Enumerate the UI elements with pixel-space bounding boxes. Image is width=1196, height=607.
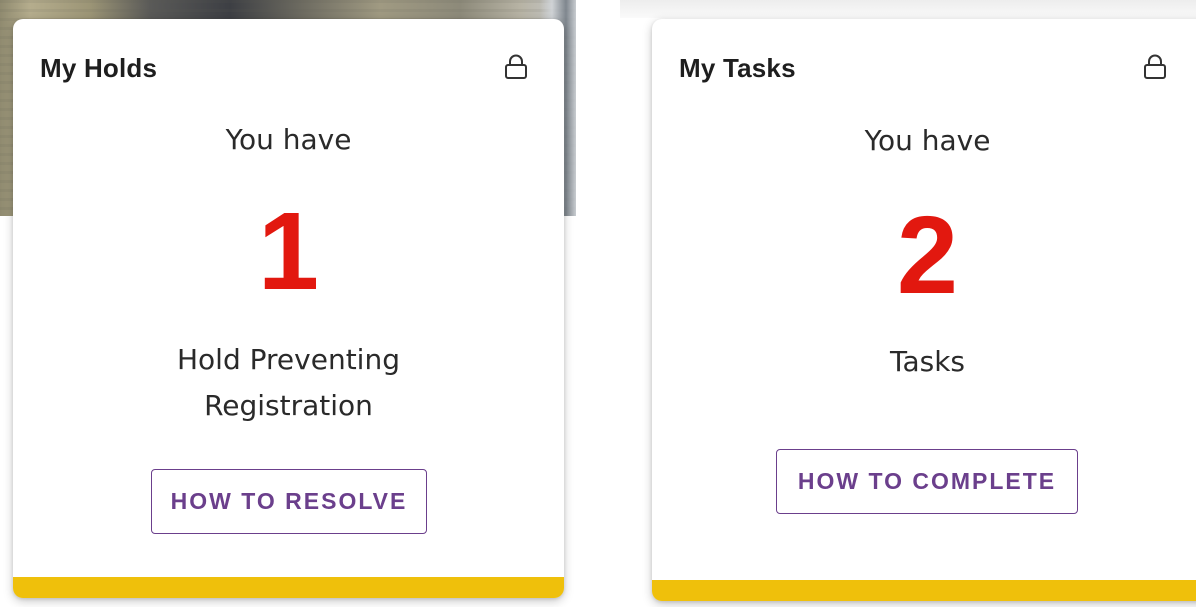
tasks-count: 2 (896, 194, 959, 317)
lock-icon-graphic (505, 54, 527, 79)
accent-bar (652, 580, 1196, 601)
how-to-resolve-button[interactable]: HOW TO RESOLVE (151, 469, 427, 534)
lock-icon[interactable] (503, 53, 529, 81)
holds-intro-text: You have (225, 123, 352, 156)
how-to-complete-button[interactable]: HOW TO COMPLETE (776, 449, 1078, 514)
holds-count-label: Hold Preventing Registration (13, 337, 564, 429)
background-strip (620, 0, 1196, 18)
holds-label-line-1: Hold Preventing (177, 343, 400, 376)
tasks-card-title: My Tasks (679, 53, 796, 83)
accent-bar (13, 577, 564, 598)
lock-icon[interactable] (1142, 53, 1168, 81)
holds-card-title: My Holds (40, 53, 158, 83)
holds-label-line-2: Registration (204, 389, 373, 422)
tasks-label-line-1: Tasks (889, 345, 966, 378)
holds-count: 1 (257, 190, 320, 313)
lock-icon-graphic (1144, 54, 1166, 79)
holds-card: My Holds You have 1 Hold Preventing Regi… (13, 19, 564, 598)
tasks-card: My Tasks You have 2 Tasks HOW TO COMPLET… (652, 19, 1196, 601)
tasks-count-label: Tasks (652, 339, 1196, 385)
tasks-intro-text: You have (864, 124, 991, 157)
